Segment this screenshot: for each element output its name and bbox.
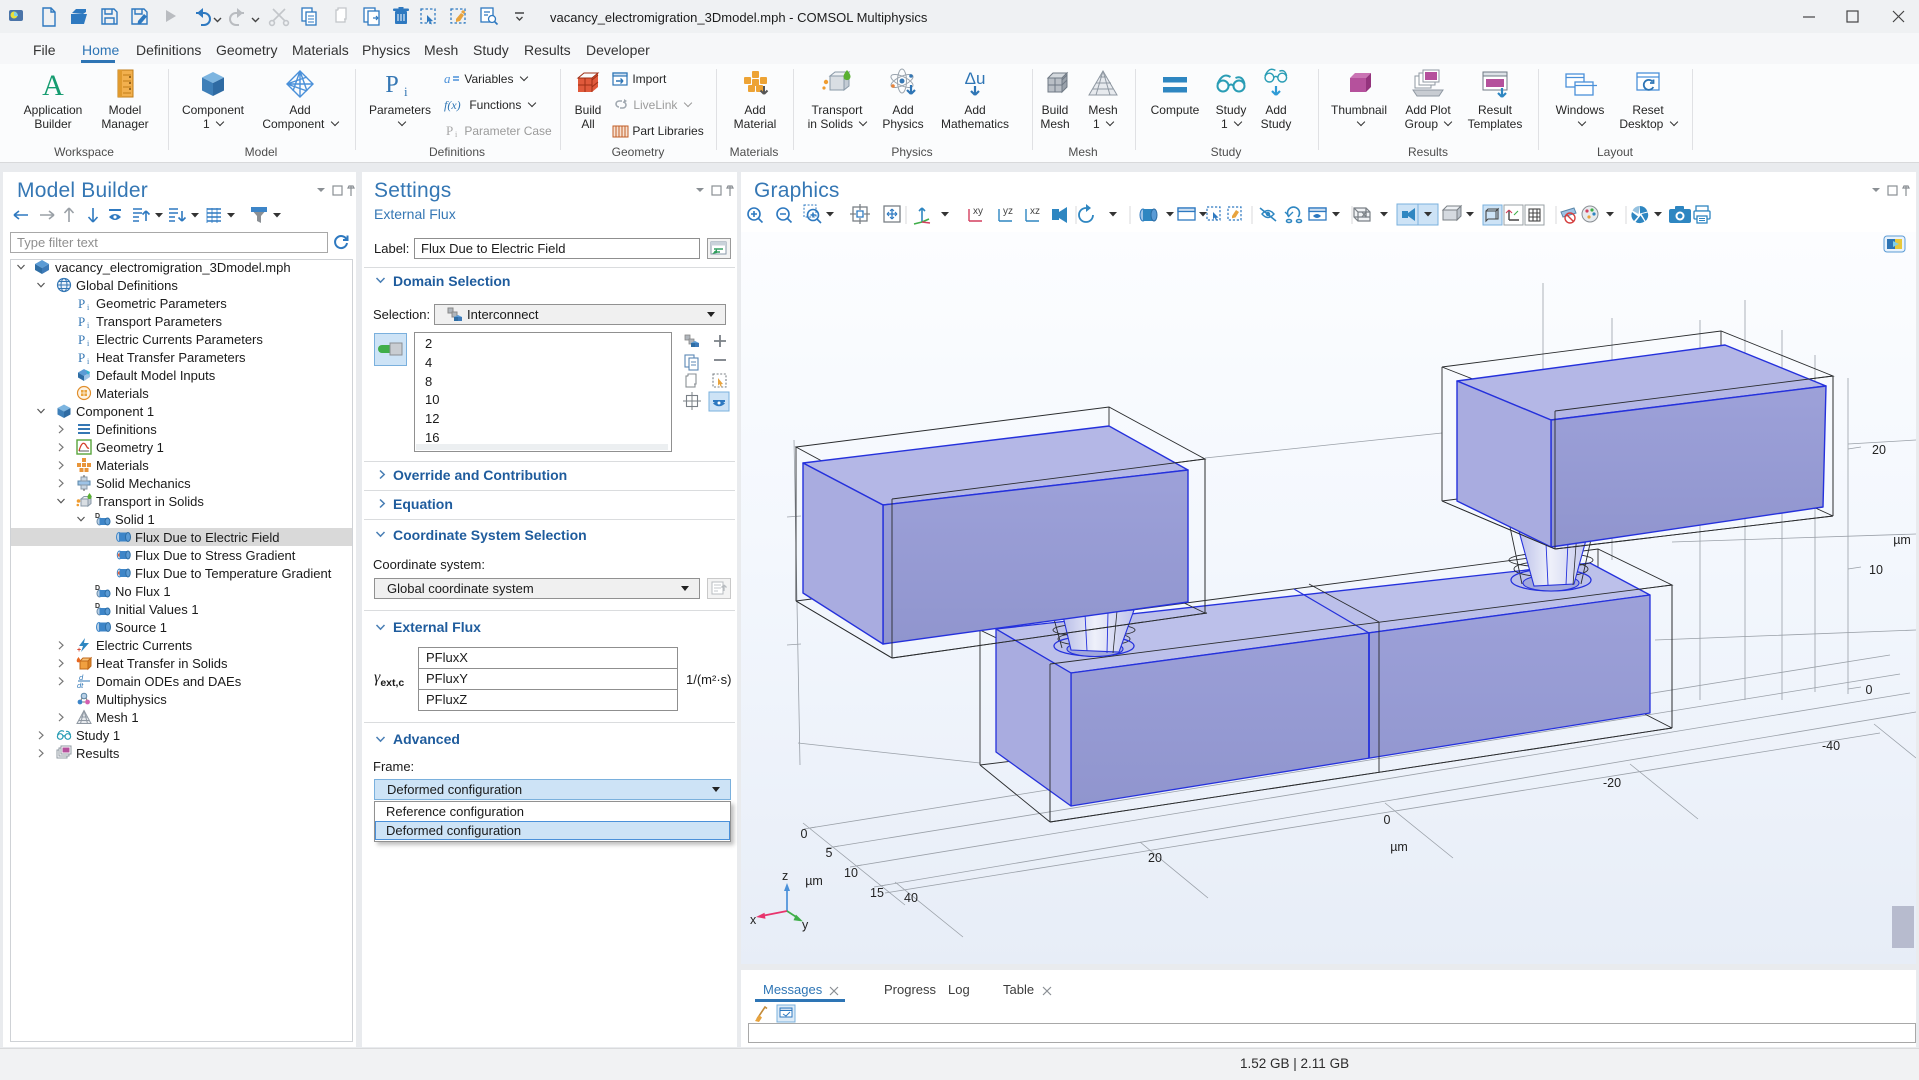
svg-text:5: 5: [826, 846, 833, 860]
svg-text:20: 20: [1148, 851, 1162, 865]
svg-text:10: 10: [1869, 563, 1883, 577]
svg-text:µm: µm: [1390, 840, 1408, 854]
svg-text:-20: -20: [1603, 776, 1621, 790]
svg-text:0: 0: [1384, 813, 1391, 827]
svg-text:xz: xz: [1030, 206, 1040, 217]
svg-text:y: y: [802, 918, 809, 932]
svg-text:0: 0: [801, 827, 808, 841]
svg-text:P: P: [385, 72, 398, 98]
svg-text:i: i: [455, 130, 458, 138]
svg-text:i: i: [404, 84, 408, 99]
svg-text:f(x): f(x): [444, 98, 461, 112]
svg-text:xy: xy: [973, 206, 983, 217]
svg-text:x: x: [750, 913, 757, 927]
svg-text:z: z: [782, 869, 788, 883]
svg-text:a: a: [444, 71, 451, 86]
svg-text:P: P: [446, 123, 453, 138]
svg-text:10: 10: [844, 866, 858, 880]
svg-text:µm: µm: [805, 874, 823, 888]
svg-text:15: 15: [870, 886, 884, 900]
svg-text:-40: -40: [1822, 739, 1840, 753]
svg-text:20: 20: [1872, 443, 1886, 457]
svg-text:Δu: Δu: [965, 69, 986, 88]
svg-text:40: 40: [904, 891, 918, 905]
svg-text:A: A: [42, 69, 64, 100]
svg-text:0: 0: [1866, 683, 1873, 697]
svg-text:µm: µm: [1893, 533, 1911, 547]
svg-text:yz: yz: [1003, 206, 1013, 217]
